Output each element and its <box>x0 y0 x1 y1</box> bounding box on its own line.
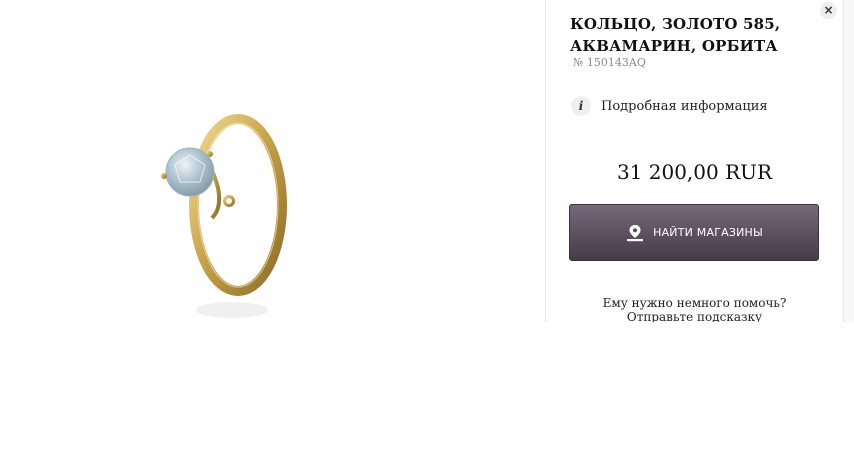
product-image[interactable] <box>150 110 300 322</box>
product-image-pane <box>0 0 545 322</box>
product-title-line-2: АКВАМАРИН, ОРБИТА <box>570 37 778 55</box>
find-stores-label: НАЙТИ МАГАЗИНЫ <box>653 226 763 239</box>
product-title: КОЛЬЦО, ЗОЛОТО 585, АКВАМАРИН, ОРБИТА <box>570 13 800 57</box>
map-pin-icon <box>627 224 644 241</box>
info-icon: i <box>571 96 591 116</box>
ring-illustration <box>161 114 287 318</box>
product-quick-view: × КОЛЬЦО, ЗОЛОТО 585, АКВАМАРИН, ОРБИТА … <box>0 0 854 322</box>
help-block: Ему нужно немного помочь? Отправьте подс… <box>546 296 843 322</box>
product-sku: № 150143AQ <box>573 56 646 69</box>
details-label: Подробная информация <box>601 98 768 114</box>
product-title-line-1: КОЛЬЦО, ЗОЛОТО 585, <box>570 15 781 33</box>
find-stores-button[interactable]: НАЙТИ МАГАЗИНЫ <box>569 204 819 261</box>
send-hint-link[interactable]: Отправьте подсказку <box>546 310 843 322</box>
close-button[interactable]: × <box>820 2 837 19</box>
product-price: 31 200,00 RUR <box>616 160 773 184</box>
details-link[interactable]: i Подробная информация <box>571 96 768 116</box>
help-question: Ему нужно немного помочь? <box>602 296 787 310</box>
scrollbar-track[interactable] <box>843 0 854 322</box>
